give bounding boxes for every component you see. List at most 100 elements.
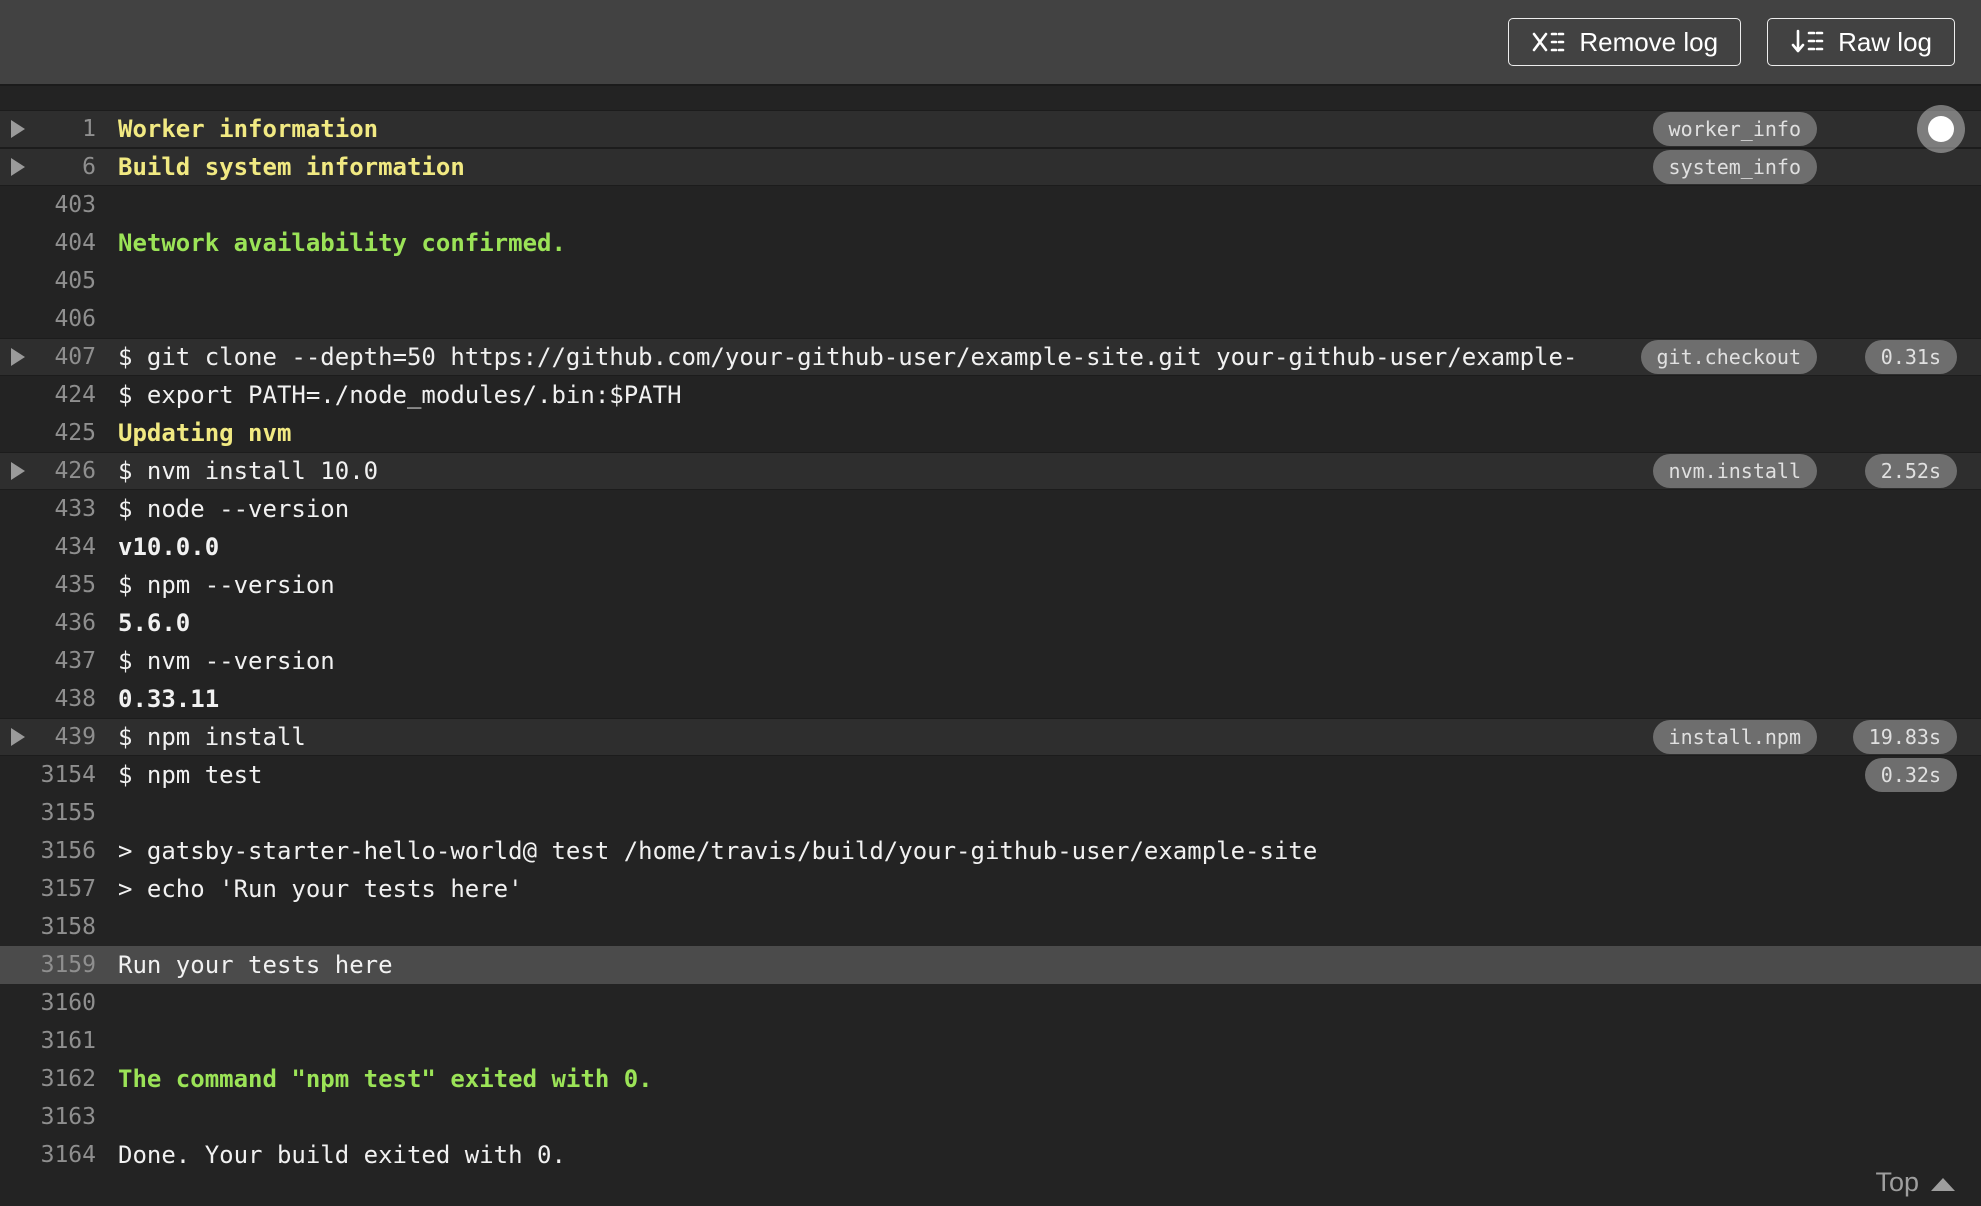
log-text: $ git clone --depth=50 https://github.co… [118, 343, 1578, 371]
log-row: 439 $ npm install install.npm 19.83s [0, 718, 1981, 756]
log-row: 3160 [0, 984, 1981, 1022]
line-number[interactable]: 3160 [36, 990, 96, 1016]
log-row: 3162 The command "npm test" exited with … [0, 1060, 1981, 1098]
log-text: Network availability confirmed. [118, 229, 566, 257]
remove-log-label: Remove log [1579, 26, 1719, 57]
log-row: 3161 [0, 1022, 1981, 1060]
log-row: 438 0.33.11 [0, 680, 1981, 718]
log-row: 404 Network availability confirmed. [0, 224, 1981, 262]
fold-name-badge: install.npm [1652, 720, 1817, 754]
log-text: $ nvm install 10.0 [118, 457, 379, 485]
top-link-label: Top [1875, 1167, 1919, 1197]
log-text: $ node --version [118, 495, 350, 523]
line-number[interactable]: 439 [36, 724, 96, 750]
fold-arrow-icon[interactable] [0, 728, 36, 746]
log-text: Updating nvm [118, 419, 292, 447]
line-number[interactable]: 3158 [36, 914, 96, 940]
line-number[interactable]: 3163 [36, 1104, 96, 1130]
line-number[interactable]: 424 [36, 382, 96, 408]
fold-arrow-icon[interactable] [0, 158, 36, 176]
log-row: 424 $ export PATH=./node_modules/.bin:$P… [0, 376, 1981, 414]
log-row: 405 [0, 262, 1981, 300]
log-row: 435 $ npm --version [0, 566, 1981, 604]
line-number[interactable]: 3164 [36, 1142, 96, 1168]
log-text: $ npm --version [118, 571, 335, 599]
log-row: 3159 Run your tests here [0, 946, 1981, 984]
line-number[interactable]: 438 [36, 686, 96, 712]
remove-log-button[interactable]: Remove log [1508, 18, 1742, 66]
fold-badge-slot: system_info [1652, 150, 1817, 184]
scroll-to-top-link[interactable]: Top [1875, 1167, 1955, 1198]
log-row: 436 5.6.0 [0, 604, 1981, 642]
arrow-up-icon [1931, 1178, 1955, 1191]
fold-arrow-icon[interactable] [0, 348, 36, 366]
duration-badge: 19.83s [1852, 720, 1957, 754]
line-number[interactable]: 434 [36, 534, 96, 560]
log-lines: 1 Worker information worker_info 6 Build… [0, 110, 1981, 1174]
line-number[interactable]: 437 [36, 648, 96, 674]
log-row: 403 [0, 186, 1981, 224]
build-log: 1 Worker information worker_info 6 Build… [0, 86, 1981, 1206]
line-number[interactable]: 406 [36, 306, 96, 332]
log-row: 3157 > echo 'Run your tests here' [0, 870, 1981, 908]
line-number[interactable]: 3156 [36, 838, 96, 864]
timer-slot: 19.83s [1837, 720, 1957, 754]
log-row: 433 $ node --version [0, 490, 1981, 528]
fold-badge-slot: install.npm [1652, 720, 1817, 754]
line-number[interactable]: 403 [36, 192, 96, 218]
line-number[interactable]: 3161 [36, 1028, 96, 1054]
line-number[interactable]: 436 [36, 610, 96, 636]
log-text: > echo 'Run your tests here' [118, 875, 523, 903]
log-row: 1 Worker information worker_info [0, 110, 1981, 148]
raw-log-label: Raw log [1838, 26, 1932, 57]
log-text: Run your tests here [118, 951, 393, 979]
line-number[interactable]: 407 [36, 344, 96, 370]
line-number[interactable]: 425 [36, 420, 96, 446]
log-text: v10.0.0 [118, 533, 220, 561]
line-number[interactable]: 3154 [36, 762, 96, 788]
line-number[interactable]: 404 [36, 230, 96, 256]
remove-log-icon [1531, 29, 1565, 55]
fold-arrow-icon[interactable] [0, 120, 36, 138]
log-text: Worker information [118, 115, 379, 143]
log-text: 0.33.11 [118, 685, 220, 713]
line-number[interactable]: 433 [36, 496, 96, 522]
log-row: 3158 [0, 908, 1981, 946]
scroll-indicator[interactable] [1917, 105, 1965, 153]
log-text: $ nvm --version [118, 647, 335, 675]
log-row: 407 $ git clone --depth=50 https://githu… [0, 338, 1981, 376]
log-row: 3164 Done. Your build exited with 0. [0, 1136, 1981, 1174]
duration-badge: 2.52s [1864, 454, 1957, 488]
line-number[interactable]: 3162 [36, 1066, 96, 1092]
log-row: 6 Build system information system_info [0, 148, 1981, 186]
line-number[interactable]: 3157 [36, 876, 96, 902]
raw-log-icon [1790, 29, 1824, 55]
log-text: Build system information [118, 153, 465, 181]
fold-name-badge: nvm.install [1652, 454, 1817, 488]
line-number[interactable]: 435 [36, 572, 96, 598]
log-toolbar: Remove log Raw log [0, 0, 1981, 86]
fold-arrow-icon[interactable] [0, 462, 36, 480]
timer-slot: 0.31s [1837, 340, 1957, 374]
log-row: 434 v10.0.0 [0, 528, 1981, 566]
duration-badge: 0.31s [1864, 340, 1957, 374]
timer-slot: 2.52s [1837, 454, 1957, 488]
line-number[interactable]: 3159 [36, 952, 96, 978]
timer-slot: 0.32s [1837, 758, 1957, 792]
line-number[interactable]: 6 [36, 154, 96, 180]
log-text: $ npm test [118, 761, 263, 789]
fold-badge-slot: worker_info [1652, 112, 1817, 146]
fold-name-badge: system_info [1652, 150, 1817, 184]
line-number[interactable]: 405 [36, 268, 96, 294]
log-row: 426 $ nvm install 10.0 nvm.install 2.52s [0, 452, 1981, 490]
log-row: 425 Updating nvm [0, 414, 1981, 452]
log-row: 3163 [0, 1098, 1981, 1136]
log-row: 3156 > gatsby-starter-hello-world@ test … [0, 832, 1981, 870]
raw-log-button[interactable]: Raw log [1767, 18, 1955, 66]
log-row: 3155 [0, 794, 1981, 832]
line-number[interactable]: 1 [36, 116, 96, 142]
line-number[interactable]: 426 [36, 458, 96, 484]
line-number[interactable]: 3155 [36, 800, 96, 826]
fold-name-badge: worker_info [1652, 112, 1817, 146]
log-text: > gatsby-starter-hello-world@ test /home… [118, 837, 1318, 865]
